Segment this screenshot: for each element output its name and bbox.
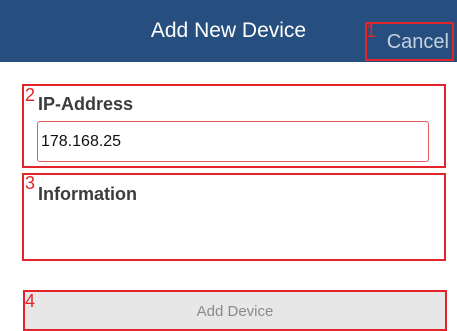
callout-number-3: 3 (25, 173, 36, 193)
callout-number-2: 2 (25, 85, 36, 105)
ip-address-label: IP-Address (38, 94, 134, 114)
information-field[interactable] (25, 206, 435, 258)
callout-number-1: 1 (366, 21, 377, 41)
ip-address-input[interactable] (37, 121, 429, 162)
callout-box-1 (365, 22, 454, 61)
callout-box-4 (23, 290, 447, 331)
information-label: Information (38, 184, 137, 204)
callout-number-4: 4 (25, 291, 36, 311)
